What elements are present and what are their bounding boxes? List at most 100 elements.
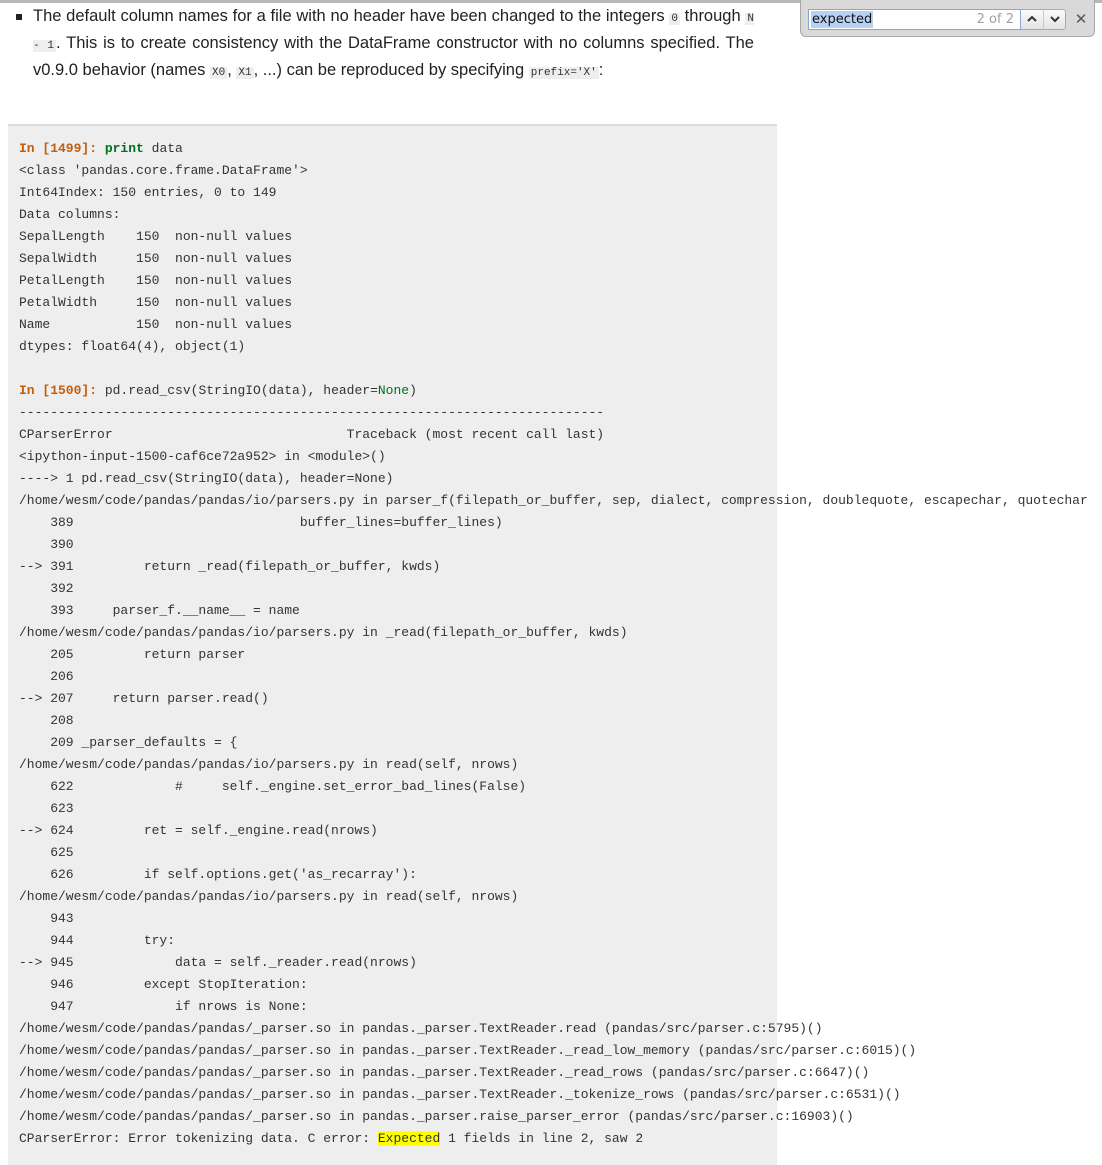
paragraph-text: , ...) can be reproduced by specifying (253, 61, 529, 79)
code-line: Int64Index: 150 entries, 0 to 149 (19, 182, 1088, 204)
find-match-highlight: Expected (377, 1131, 441, 1146)
code-text: CParserError: Error tokenizing data. C e… (19, 1131, 378, 1146)
code-line: /home/wesm/code/pandas/pandas/_parser.so… (19, 1084, 1088, 1106)
code-line: 622 # self._engine.set_error_bad_lines(F… (19, 776, 1088, 798)
paragraph-text: : (598, 61, 604, 79)
code-line: <ipython-input-1500-caf6ce72a952> in <mo… (19, 446, 1088, 468)
code-line: /home/wesm/code/pandas/pandas/io/parsers… (19, 886, 1088, 908)
code-line: /home/wesm/code/pandas/pandas/_parser.so… (19, 1106, 1088, 1128)
code-text: PetalWidth 150 non-null values (19, 295, 293, 310)
code-text: Name 150 non-null values (19, 317, 293, 332)
code-line: --> 945 data = self._reader.read(nrows) (19, 952, 1088, 974)
inline-code: prefix='X' (528, 67, 599, 79)
code-text: 946 except StopIteration: (19, 977, 308, 992)
code-line: /home/wesm/code/pandas/pandas/io/parsers… (19, 490, 1088, 512)
code-line: 623 (19, 798, 1088, 820)
find-previous-button[interactable] (1021, 9, 1044, 30)
code-text: ----> 1 pd.read_csv(StringIO(data), head… (19, 471, 394, 486)
code-text: pd.read_csv(StringIO(data), header= (104, 383, 378, 398)
code-line: <class 'pandas.core.frame.DataFrame'> (19, 160, 1088, 182)
code-line: dtypes: float64(4), object(1) (19, 336, 1088, 358)
code-text: 1 fields in line 2, saw 2 (440, 1131, 644, 1146)
code-text: --> 207 return parser.read() (19, 691, 269, 706)
code-line: 209 _parser_defaults = { (19, 732, 1088, 754)
code-text: dtypes: float64(4), object(1) (19, 339, 246, 354)
code-text: --> 624 ret = self._engine.read(nrows) (19, 823, 378, 838)
code-text: /home/wesm/code/pandas/pandas/io/parsers… (19, 889, 519, 904)
code-line: 944 try: (19, 930, 1088, 952)
chevron-up-icon (1027, 13, 1037, 26)
paragraph-text: , (227, 61, 237, 79)
code-line: /home/wesm/code/pandas/pandas/io/parsers… (19, 622, 1088, 644)
code-text: 944 try: (19, 933, 176, 948)
code-text: data (143, 141, 183, 156)
ipython-code-block: In [1499]: print data <class 'pandas.core… (8, 124, 1088, 1165)
code-text: 208 (19, 713, 74, 728)
code-text: /home/wesm/code/pandas/pandas/_parser.so… (19, 1087, 901, 1102)
paragraph-text: The default column names for a file with… (33, 7, 670, 25)
code-line: 205 return parser (19, 644, 1088, 666)
find-next-button[interactable] (1043, 9, 1066, 30)
close-icon: ✕ (1074, 10, 1088, 28)
code-line: Name 150 non-null values (19, 314, 1088, 336)
code-line: 625 (19, 842, 1088, 864)
bullet-paragraph: The default column names for a file with… (33, 4, 754, 85)
code-line: 943 (19, 908, 1088, 930)
code-text: 947 if nrows is None: (19, 999, 308, 1014)
paragraph-text: through (679, 7, 746, 25)
code-text: 943 (19, 911, 74, 926)
code-line: In [1499]: print data (19, 138, 1088, 160)
code-line: 206 (19, 666, 1088, 688)
inline-code: 0 (669, 13, 680, 25)
input-prompt: In [1500]: (19, 383, 105, 398)
code-text: 392 (19, 581, 74, 596)
code-text: --> 391 return _read(filepath_or_buffer,… (19, 559, 441, 574)
code-line: Data columns: (19, 204, 1088, 226)
code-line: 390 (19, 534, 1088, 556)
code-line: PetalWidth 150 non-null values (19, 292, 1088, 314)
code-text: /home/wesm/code/pandas/pandas/_parser.so… (19, 1043, 917, 1058)
keyword-token: print (104, 141, 144, 156)
code-line: 947 if nrows is None: (19, 996, 1088, 1018)
code-text: 390 (19, 537, 74, 552)
code-text: /home/wesm/code/pandas/pandas/io/parsers… (19, 757, 519, 772)
code-text: /home/wesm/code/pandas/pandas/_parser.so… (19, 1109, 854, 1124)
find-close-button[interactable]: ✕ (1072, 9, 1090, 29)
inline-code: X1 (236, 67, 254, 79)
code-text: <class 'pandas.core.frame.DataFrame'> (19, 163, 308, 178)
code-text: Int64Index: 150 entries, 0 to 149 (19, 185, 277, 200)
code-line: --> 624 ret = self._engine.read(nrows) (19, 820, 1088, 842)
code-line: /home/wesm/code/pandas/pandas/_parser.so… (19, 1062, 1088, 1084)
code-text: 626 if self.options.get('as_recarray'): (19, 867, 417, 882)
code-text: --> 945 data = self._reader.read(nrows) (19, 955, 417, 970)
code-line: --> 207 return parser.read() (19, 688, 1088, 710)
code-text: Data columns: (19, 207, 121, 222)
code-line: CParserError: Error tokenizing data. C e… (19, 1128, 1088, 1150)
code-text: 205 return parser (19, 647, 246, 662)
code-line: PetalLength 150 non-null values (19, 270, 1088, 292)
code-text: PetalLength 150 non-null values (19, 273, 293, 288)
bullet-marker (16, 14, 22, 20)
code-text: ) (409, 383, 417, 398)
code-line: 393 parser_f.__name__ = name (19, 600, 1088, 622)
code-text: SepalLength 150 non-null values (19, 229, 293, 244)
code-text: 206 (19, 669, 74, 684)
find-match-count: 2 of 2 (976, 12, 1014, 27)
code-line: --> 391 return _read(filepath_or_buffer,… (19, 556, 1088, 578)
code-text: 389 buffer_lines=buffer_lines) (19, 515, 503, 530)
code-text: CParserError Traceback (most recent call… (19, 427, 605, 442)
chevron-down-icon (1049, 13, 1060, 26)
constant-token: None (377, 383, 410, 398)
code-line: /home/wesm/code/pandas/pandas/io/parsers… (19, 754, 1088, 776)
code-text: SepalWidth 150 non-null values (19, 251, 293, 266)
code-line: 946 except StopIteration: (19, 974, 1088, 996)
code-text: 209 _parser_defaults = { (19, 735, 238, 750)
code-line: In [1500]: pd.read_csv(StringIO(data), h… (19, 380, 1088, 402)
code-text: 393 parser_f.__name__ = name (19, 603, 300, 618)
code-text: 622 # self._engine.set_error_bad_lines(F… (19, 779, 527, 794)
find-query-text[interactable]: expected (811, 11, 874, 28)
find-input[interactable]: expected 2 of 2 (808, 9, 1021, 30)
code-line: ----------------------------------------… (19, 402, 1088, 424)
code-line: 389 buffer_lines=buffer_lines) (19, 512, 1088, 534)
